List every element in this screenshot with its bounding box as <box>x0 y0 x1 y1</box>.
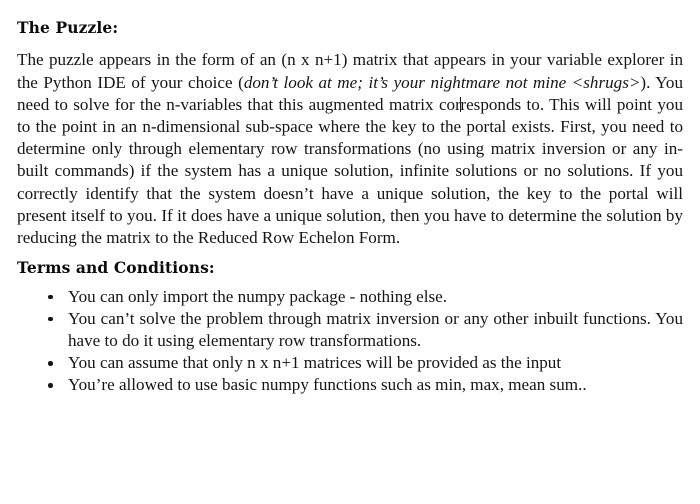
paragraph-text-part-3: responds to. This will point you to the … <box>17 94 683 247</box>
document-page: The Puzzle: The puzzle appears in the fo… <box>0 0 700 504</box>
list-item: You’re allowed to use basic numpy functi… <box>17 374 683 396</box>
list-item: You can’t solve the problem through matr… <box>17 308 683 352</box>
terms-and-conditions-list: You can only import the numpy package - … <box>17 286 683 397</box>
puzzle-description-paragraph: The puzzle appears in the form of an (n … <box>17 49 683 249</box>
list-item: You can only import the numpy package - … <box>17 286 683 308</box>
list-item-text: You’re allowed to use basic numpy functi… <box>68 375 587 395</box>
list-item-text: You can’t solve the problem through matr… <box>68 308 683 350</box>
heading-terms-and-conditions: Terms and Conditions: <box>17 258 215 278</box>
list-item-text: You can assume that only n x n+1 matrice… <box>68 353 562 373</box>
paragraph-italic-aside: don’t look at me; it’s your nightmare no… <box>243 72 641 92</box>
list-item: You can assume that only n x n+1 matrice… <box>17 352 683 374</box>
list-item-text: You can only import the numpy package - … <box>68 286 448 306</box>
heading-the-puzzle: The Puzzle: <box>17 18 119 37</box>
